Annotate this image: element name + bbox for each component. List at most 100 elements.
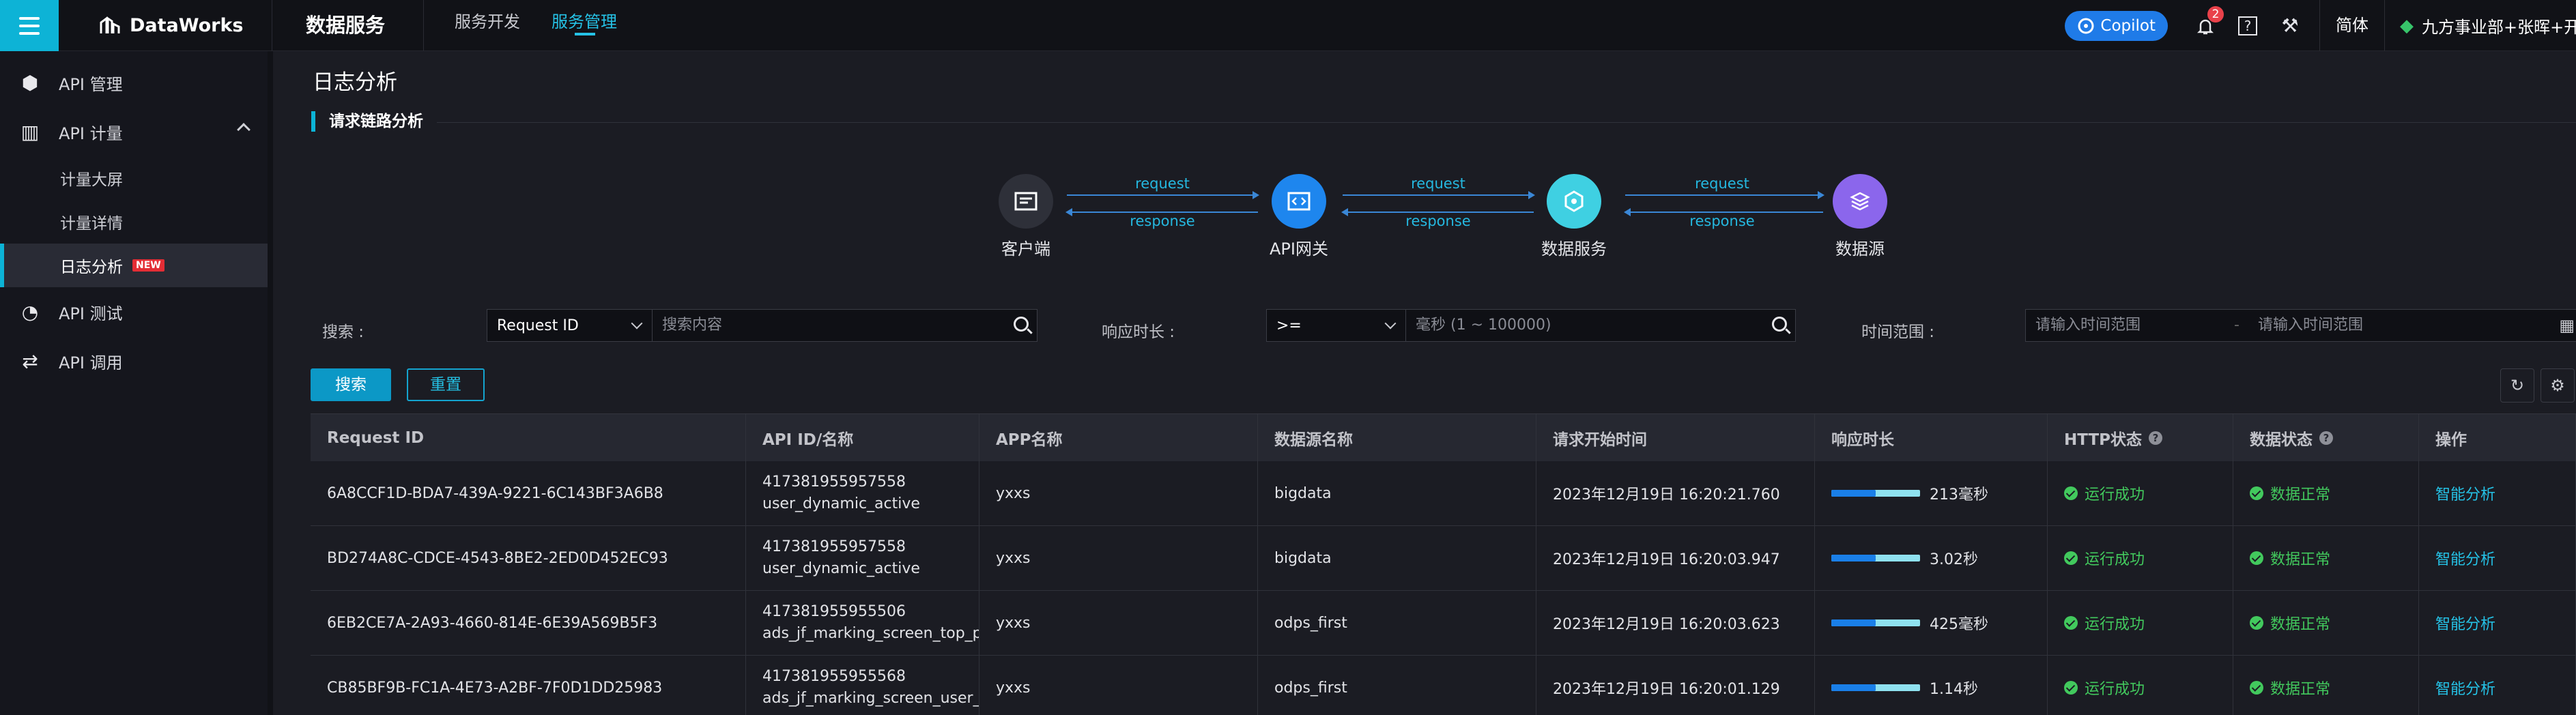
divider	[437, 122, 2576, 123]
sidebar-item-meter-screen[interactable]: 计量大屏	[0, 156, 268, 200]
search-icon[interactable]	[1014, 317, 1029, 332]
check-circle-icon	[2250, 486, 2263, 500]
check-circle-icon	[2250, 681, 2263, 695]
cell-http-status: 运行成功	[2048, 461, 2233, 525]
reset-button[interactable]: 重置	[407, 368, 485, 401]
calendar-icon[interactable]: ▦	[2559, 310, 2575, 341]
search-field-select[interactable]: Request ID	[487, 309, 653, 342]
column-header: 操作	[2419, 414, 2576, 461]
cell-action: 智能分析	[2419, 526, 2576, 590]
chevron-up-icon[interactable]	[237, 123, 251, 136]
app-name: yxxs	[996, 484, 1031, 502]
brand[interactable]: DataWorks	[98, 0, 243, 51]
org-name: 九方事业部+张晖+开发	[2422, 18, 2576, 37]
menu-icon[interactable]	[0, 0, 59, 51]
column-header: HTTP状态?	[2048, 414, 2233, 461]
request-id: CB85BF9B-FC1A-4E73-A2BF-7F0D1DD25983	[327, 679, 663, 697]
smart-analysis-link[interactable]: 智能分析	[2435, 612, 2495, 634]
time-end: 请输入时间范围	[2257, 317, 2363, 334]
http-status: 运行成功	[2085, 486, 2145, 504]
column-header-label: 数据状态	[2250, 431, 2313, 449]
column-header-label: 响应时长	[1831, 431, 1894, 449]
hexagon-icon: ⬢	[21, 71, 39, 94]
flow-node-datasource: 数据源	[1833, 174, 1887, 259]
cell-datasource: odps_first	[1258, 656, 1536, 715]
table-row[interactable]: 6EB2CE7A-2A93-4660-814E-6E39A569B5F3 4173…	[311, 591, 2576, 656]
table-row[interactable]: CB85BF9B-FC1A-4E73-A2BF-7F0D1DD25983 4173…	[311, 656, 2576, 715]
api-id: 417381955955506	[762, 603, 906, 620]
cell-app: yxxs	[979, 656, 1258, 715]
brand-name: DataWorks	[130, 15, 244, 36]
sidebar-item-api-metering[interactable]: ▥ API 计量	[0, 107, 268, 156]
table-row[interactable]: 6A8CCF1D-BDA7-439A-9221-6C143BF3A6B8 4173…	[311, 461, 2576, 526]
duration-bar-fill	[1831, 684, 1876, 691]
duration-value: 425毫秒	[1930, 616, 1988, 633]
help-icon: ?	[2238, 16, 2257, 35]
column-header-label: Request ID	[327, 428, 425, 447]
help-button[interactable]: ?	[2227, 0, 2269, 51]
duration-bar	[1831, 684, 1920, 691]
smart-analysis-link[interactable]: 智能分析	[2435, 482, 2495, 504]
duration-value: 1.14秒	[1930, 681, 1978, 698]
copilot-button[interactable]: Copilot	[2065, 10, 2168, 41]
table-row[interactable]: BD274A8C-CDCE-4543-8BE2-2ED0D452EC93 4173…	[311, 526, 2576, 591]
search-button[interactable]: 搜索	[311, 368, 391, 401]
duration-value: 213毫秒	[1930, 486, 1988, 504]
range-separator: -	[2234, 317, 2239, 334]
duration-bar-fill	[1831, 490, 1876, 497]
search-input[interactable]: 搜索内容	[652, 309, 1037, 342]
chevron-down-icon	[1384, 317, 1397, 330]
placeholder: 毫秒 (1 ~ 100000)	[1416, 317, 1551, 334]
tools-button[interactable]: ⚒	[2269, 0, 2311, 51]
sidebar-item-label: API 调用	[59, 353, 123, 373]
refresh-icon[interactable]: ↻	[2500, 368, 2534, 403]
flow-node-label: 数据服务	[1541, 239, 1607, 259]
column-header-label: HTTP状态	[2064, 431, 2143, 449]
cell-app: yxxs	[979, 526, 1258, 590]
duration-bar	[1831, 490, 1920, 497]
notification-button[interactable]: 2	[2184, 0, 2227, 51]
column-header-label: 请求开始时间	[1553, 431, 1647, 449]
cell-app: yxxs	[979, 591, 1258, 655]
sidebar-item-api-call[interactable]: ⇄ API 调用	[0, 336, 268, 385]
help-icon[interactable]: ?	[2319, 431, 2333, 445]
request-id: 6EB2CE7A-2A93-4660-814E-6E39A569B5F3	[327, 614, 658, 632]
column-header-label: 数据源名称	[1274, 431, 1353, 449]
chart-icon: ▥	[20, 120, 40, 143]
datasource-name: bigdata	[1274, 549, 1332, 567]
sidebar-item-meter-detail[interactable]: 计量详情	[0, 200, 268, 244]
operator-select[interactable]: >=	[1266, 309, 1406, 342]
search-icon[interactable]	[1772, 317, 1787, 332]
sidebar-item-api-manage[interactable]: ⬢ API 管理	[0, 58, 268, 107]
api-name: ads_jf_marking_screen_user_c	[762, 690, 979, 707]
duration-bar-fill	[1831, 555, 1876, 561]
response-time-input[interactable]: 毫秒 (1 ~ 100000)	[1405, 309, 1796, 342]
sidebar-item-label: API 管理	[59, 74, 123, 94]
sidebar-item-label: API 测试	[59, 304, 123, 323]
column-header: 请求开始时间	[1536, 414, 1815, 461]
flow-node-label: 数据源	[1835, 239, 1885, 259]
placeholder: 搜索内容	[662, 317, 723, 334]
check-circle-icon	[2250, 616, 2263, 630]
column-header: 响应时长	[1815, 414, 2048, 461]
column-header-label: API ID/名称	[762, 431, 854, 449]
smart-analysis-link[interactable]: 智能分析	[2435, 547, 2495, 569]
cell-duration: 3.02秒	[1815, 526, 2048, 590]
http-status: 运行成功	[2085, 551, 2145, 568]
sidebar-item-api-test[interactable]: ◔ API 测试	[0, 287, 268, 336]
data-status: 数据正常	[2270, 616, 2331, 633]
check-circle-icon	[2064, 486, 2078, 500]
time-range-picker[interactable]: 请输入时间范围 - 请输入时间范围 ▦	[2025, 309, 2576, 342]
smart-analysis-link[interactable]: 智能分析	[2435, 677, 2495, 699]
request-label: request	[1411, 175, 1465, 192]
nav-service-dev[interactable]: 服务开发	[455, 8, 520, 32]
datasource-name: odps_first	[1274, 614, 1347, 632]
org-selector[interactable]: ◆ 九方事业部+张晖+开发	[2385, 0, 2576, 51]
request-arrow	[1067, 191, 1259, 199]
nav-service-manage[interactable]: 服务管理	[552, 8, 617, 35]
language-switch[interactable]: 简体	[2319, 0, 2385, 51]
cell-request-id: 6A8CCF1D-BDA7-439A-9221-6C143BF3A6B8	[311, 461, 746, 525]
sidebar-item-log-analysis[interactable]: 日志分析 NEW	[0, 244, 268, 287]
help-icon[interactable]: ?	[2149, 431, 2163, 445]
settings-icon[interactable]: ⚙	[2541, 368, 2575, 403]
